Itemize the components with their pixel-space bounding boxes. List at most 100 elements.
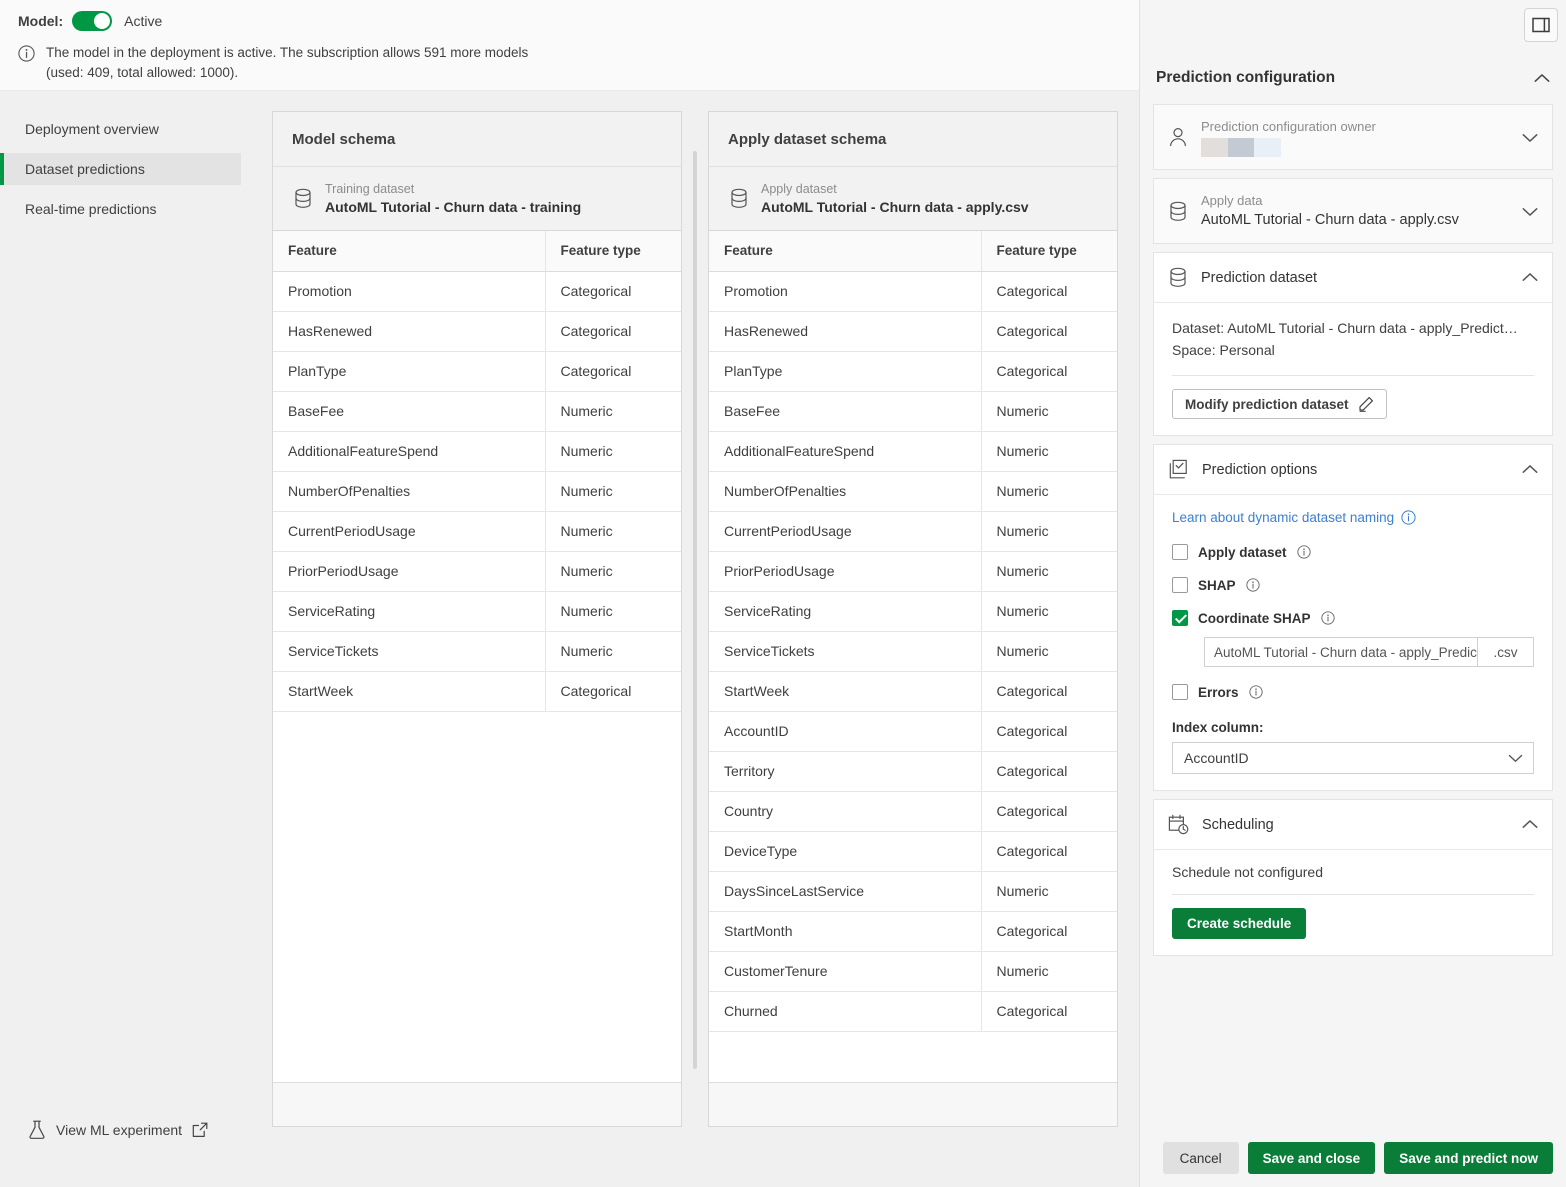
cancel-button[interactable]: Cancel [1162, 1142, 1239, 1174]
prediction-options-body: Learn about dynamic dataset naming Apply… [1154, 495, 1552, 790]
chevron-down-icon [1508, 753, 1523, 763]
apply-schema-footer [709, 1082, 1117, 1126]
prediction-dataset-body: Dataset: AutoML Tutorial - Churn data - … [1154, 303, 1552, 435]
apply-schema-panel: Apply dataset schema Apply dataset AutoM… [708, 111, 1118, 1127]
feature-type-cell: Categorical [981, 991, 1117, 1032]
info-icon[interactable] [1320, 611, 1335, 625]
apply-dataset-checkbox-row[interactable]: Apply dataset [1172, 544, 1534, 560]
sidebar-item-deployment-overview[interactable]: Deployment overview [0, 113, 255, 145]
chevron-down-icon[interactable] [1522, 206, 1538, 217]
feature-name-cell: ServiceTickets [709, 631, 982, 672]
toggle-side-panel-button[interactable] [1524, 8, 1558, 42]
owner-label: Prediction configuration owner [1201, 119, 1376, 134]
feature-name-cell: StartWeek [273, 671, 546, 712]
apply-dataset-name: AutoML Tutorial - Churn data - apply.csv [761, 198, 1029, 215]
table-row: StartWeek Categorical [709, 671, 1117, 712]
modify-prediction-dataset-button[interactable]: Modify prediction dataset [1172, 389, 1387, 419]
feature-name-cell: HasRenewed [709, 311, 982, 352]
dynamic-naming-link-label: Learn about dynamic dataset naming [1172, 510, 1395, 525]
prediction-options-title: Prediction options [1202, 461, 1318, 478]
apply-dataset-checkbox[interactable] [1172, 544, 1188, 560]
create-schedule-button[interactable]: Create schedule [1172, 908, 1307, 939]
info-icon[interactable] [1296, 545, 1311, 559]
index-column-label: Index column: [1172, 720, 1264, 735]
feature-name-cell: PlanType [273, 351, 546, 392]
apply-schema-rows: Promotion Categorical HasRenewed Categorica… [709, 271, 1117, 1032]
feature-name-cell: CurrentPeriodUsage [709, 511, 982, 552]
feature-name-cell: Country [709, 791, 982, 832]
table-header-row: Feature Feature type [273, 231, 681, 272]
calendar-clock-icon [1168, 814, 1189, 835]
table-row: BaseFee Numeric [709, 391, 1117, 432]
schedule-status: Schedule not configured [1172, 864, 1323, 880]
feature-name-cell: Promotion [273, 271, 546, 312]
database-icon [729, 188, 749, 209]
feature-name-cell: BaseFee [709, 391, 982, 432]
save-and-close-button[interactable]: Save and close [1247, 1142, 1376, 1174]
view-ml-experiment-link[interactable]: View ML experiment [0, 1120, 255, 1187]
model-active-toggle[interactable] [72, 11, 113, 31]
model-toggle-row: Model: Active [18, 9, 1139, 33]
table-row: PlanType Categorical [273, 351, 681, 392]
owner-row[interactable]: Prediction configuration owner [1154, 105, 1552, 169]
prediction-dataset-header[interactable]: Prediction dataset [1154, 253, 1552, 303]
index-column-value: AccountID [1184, 750, 1249, 766]
sidebar-nav-list: Deployment overview Dataset predictions … [0, 91, 255, 233]
sidebar-item-label: Real-time predictions [25, 201, 157, 217]
user-icon [1168, 127, 1188, 148]
prediction-options-header[interactable]: Prediction options [1154, 445, 1552, 495]
apply-data-row[interactable]: Apply data AutoML Tutorial - Churn data … [1154, 179, 1552, 243]
right-panel-toolbar [1140, 0, 1566, 60]
sidebar-item-dataset-predictions[interactable]: Dataset predictions [0, 153, 241, 185]
shap-checkbox-row[interactable]: SHAP [1172, 577, 1534, 593]
feature-name-cell: ServiceRating [709, 591, 982, 632]
feature-type-cell: Numeric [545, 511, 681, 552]
errors-checkbox[interactable] [1172, 684, 1188, 700]
coordinate-shap-checkbox-row[interactable]: Coordinate SHAP [1172, 610, 1534, 626]
model-label: Model: [18, 13, 64, 29]
model-status-banner: Model: Active The model in the deploymen… [0, 0, 1139, 91]
feature-type-cell: Numeric [981, 951, 1117, 992]
index-column-select[interactable]: AccountID [1172, 742, 1534, 774]
feature-name-cell: NumberOfPenalties [273, 471, 546, 512]
feature-name-cell: Promotion [709, 271, 982, 312]
content-body: Deployment overview Dataset predictions … [0, 91, 1139, 1187]
table-row: DaysSinceLastService Numeric [709, 871, 1117, 912]
errors-checkbox-row[interactable]: Errors [1172, 684, 1534, 700]
app-root: Model: Active The model in the deploymen… [0, 0, 1566, 1187]
owner-card: Prediction configuration owner [1153, 104, 1553, 170]
model-state-label: Active [124, 13, 163, 29]
apply-schema-body: Feature Feature type Promotion Categorica… [709, 231, 1117, 1082]
feature-name-cell: ServiceTickets [273, 631, 546, 672]
feature-name-cell: DeviceType [709, 831, 982, 872]
scheduling-body: Schedule not configured Create schedule [1154, 850, 1552, 955]
chevron-up-icon[interactable] [1522, 464, 1538, 475]
chevron-up-icon[interactable] [1534, 73, 1550, 84]
chevron-down-icon[interactable] [1522, 132, 1538, 143]
divider-handle[interactable] [693, 151, 697, 1069]
chevron-up-icon[interactable] [1522, 819, 1538, 830]
feature-name-cell: ServiceRating [273, 591, 546, 632]
dynamic-naming-link[interactable]: Learn about dynamic dataset naming [1172, 510, 1416, 525]
save-and-predict-now-button[interactable]: Save and predict now [1384, 1142, 1553, 1174]
coordinate-shap-checkbox[interactable] [1172, 610, 1188, 626]
table-row: ServiceTickets Numeric [709, 631, 1117, 672]
scheduling-header[interactable]: Scheduling [1154, 800, 1552, 850]
table-row: AccountID Categorical [709, 711, 1117, 752]
panel-divider[interactable] [682, 111, 708, 1127]
col-feature: Feature [273, 231, 546, 272]
prediction-dataset-card: Prediction dataset Dataset: AutoML Tutor… [1153, 252, 1553, 436]
sidebar-item-realtime-predictions[interactable]: Real-time predictions [0, 193, 255, 225]
coordinate-shap-name-input[interactable]: AutoML Tutorial - Churn data - apply_Pre… [1204, 637, 1478, 667]
info-icon[interactable] [1245, 578, 1260, 592]
prediction-config-header[interactable]: Prediction configuration [1140, 60, 1566, 96]
table-row: StartMonth Categorical [709, 911, 1117, 952]
feature-name-cell: PlanType [709, 351, 982, 392]
table-row: AdditionalFeatureSpend Numeric [709, 431, 1117, 472]
chevron-up-icon[interactable] [1522, 272, 1538, 283]
shap-checkbox[interactable] [1172, 577, 1188, 593]
feature-name-cell: AccountID [709, 711, 982, 752]
info-icon[interactable] [1248, 685, 1263, 699]
info-icon[interactable] [1401, 510, 1416, 525]
schema-panels: Model schema Training dataset AutoML Tut… [255, 91, 1139, 1187]
